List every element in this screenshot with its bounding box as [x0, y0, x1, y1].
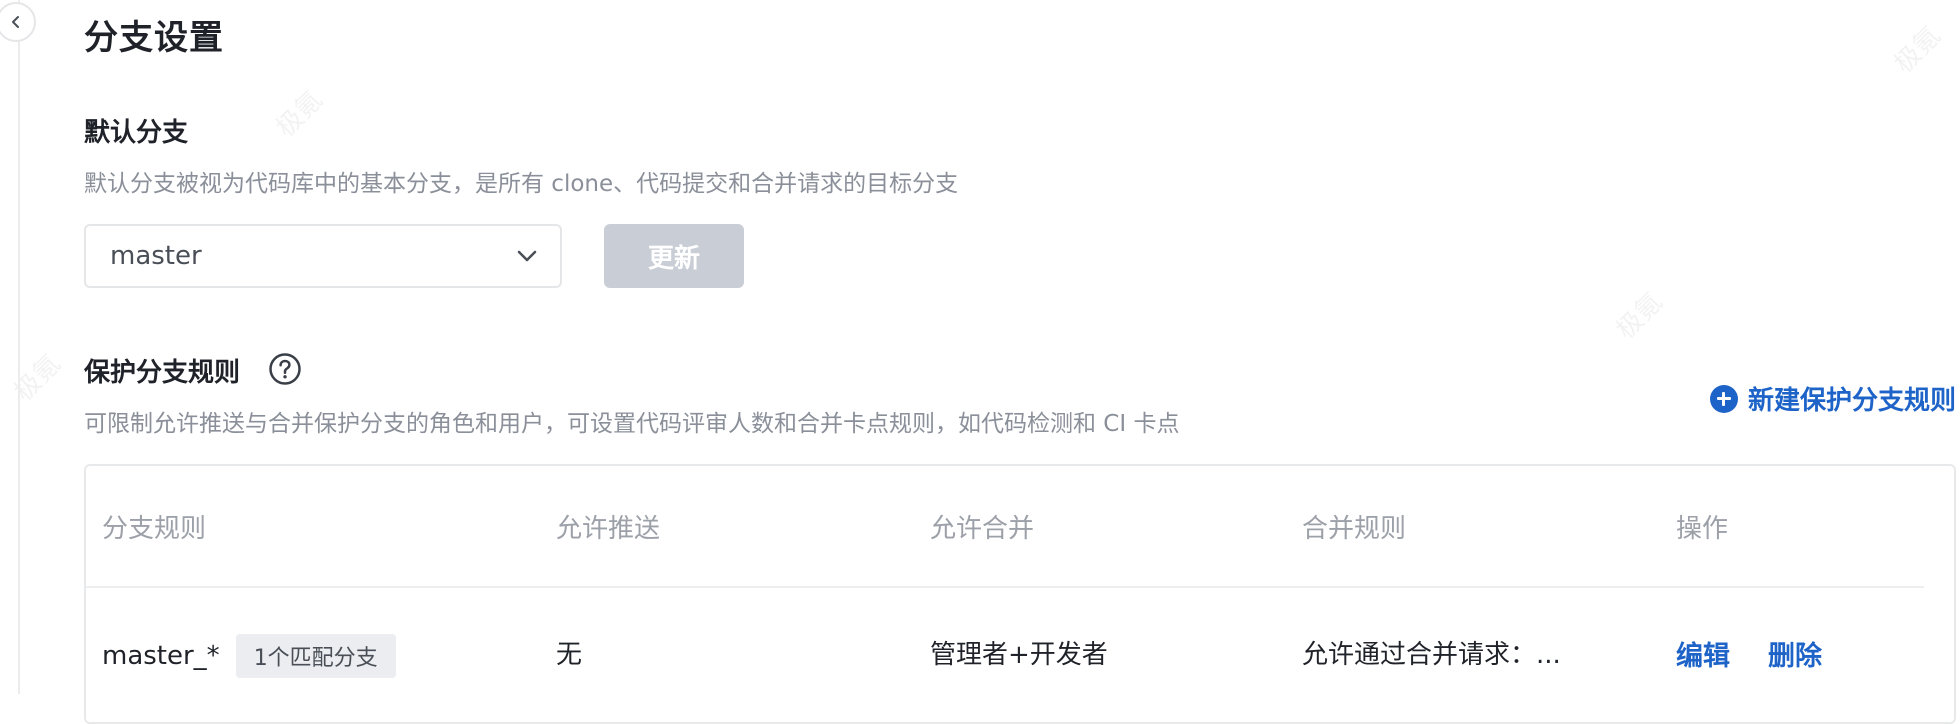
header-divider	[86, 586, 1924, 588]
rule-name: master_*	[102, 641, 220, 671]
chevron-left-icon	[12, 16, 19, 28]
watermark: 极氪	[8, 349, 67, 408]
default-branch-title: 默认分支	[84, 118, 189, 148]
column-header-merge-rule: 合并规则	[1302, 514, 1407, 544]
watermark: 极氪	[270, 85, 329, 144]
merge-cell: 管理者+开发者	[930, 640, 1108, 670]
edit-link[interactable]: 编辑	[1676, 634, 1730, 673]
page-title: 分支设置	[84, 18, 224, 58]
plus-circle-icon	[1709, 384, 1738, 413]
match-count-badge: 1个匹配分支	[235, 634, 396, 678]
column-header-actions: 操作	[1676, 514, 1729, 544]
delete-link[interactable]: 删除	[1768, 634, 1822, 673]
protected-rules-table: 分支规则 允许推送 允许合并 合并规则 操作 master_* 1个匹配分支 无…	[84, 464, 1956, 724]
default-branch-description: 默认分支被视为代码库中的基本分支，是所有 clone、代码提交和合并请求的目标分…	[84, 171, 959, 197]
column-header-merge: 允许合并	[930, 514, 1035, 544]
merge-rule-cell: 允许通过合并请求：...	[1302, 640, 1561, 670]
watermark: 极氪	[1610, 287, 1669, 346]
default-branch-select[interactable]: master	[84, 224, 562, 288]
column-header-rule: 分支规则	[102, 514, 207, 544]
question-circle-icon[interactable]	[268, 352, 302, 386]
chevron-down-icon	[517, 250, 537, 262]
watermark: 极氪	[1888, 21, 1947, 80]
rule-cell: master_* 1个匹配分支	[102, 634, 396, 678]
sidebar-divider	[18, 0, 20, 694]
protected-rules-description: 可限制允许推送与合并保护分支的角色和用户，可设置代码评审人数和合并卡点规则，如代…	[84, 411, 1180, 437]
new-protected-rule-button[interactable]: 新建保护分支规则	[1709, 380, 1956, 417]
selected-branch: master	[110, 241, 202, 271]
update-button[interactable]: 更新	[604, 224, 744, 288]
column-header-push: 允许推送	[556, 514, 661, 544]
new-protected-rule-label: 新建保护分支规则	[1747, 386, 1956, 416]
back-button[interactable]	[0, 2, 36, 42]
push-cell: 无	[556, 640, 583, 670]
protected-rules-title: 保护分支规则	[84, 358, 241, 388]
